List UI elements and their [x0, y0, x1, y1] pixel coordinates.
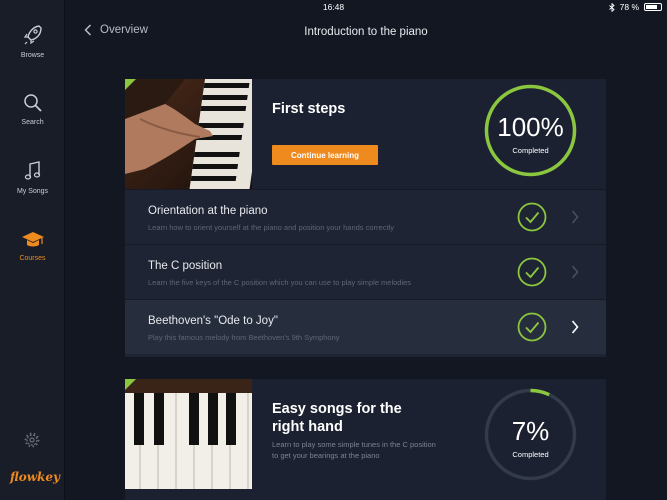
sidebar-item-label: Courses: [19, 255, 46, 262]
chevron-right-icon: [571, 320, 579, 334]
status-time: 16:48: [322, 2, 345, 12]
course-title: First steps: [272, 101, 346, 117]
status-bar: iPad 16:48 78 %: [0, 0, 667, 14]
course-progress-ring: 100% Completed: [484, 84, 577, 177]
music-note-icon: [24, 161, 40, 180]
search-icon: [23, 94, 42, 112]
checkmark-icon: [517, 312, 547, 342]
lesson-subtitle: Learn the five keys of the C position wh…: [148, 278, 412, 287]
course-header: First steps Continue learning 100% Compl…: [125, 79, 606, 189]
lesson-row-current[interactable]: Beethoven's "Ode to Joy" Play this famou…: [125, 299, 606, 354]
bluetooth-icon: [608, 2, 615, 12]
sidebar: Browse Search My Songs Courses flowkey: [0, 0, 65, 500]
gear-icon: [24, 432, 40, 448]
progress-label: Completed: [512, 450, 549, 459]
progress-corner-marker: [125, 379, 136, 390]
battery-percent: 78 %: [619, 2, 639, 12]
sidebar-item-courses[interactable]: Courses: [0, 229, 65, 262]
progress-percent: 7%: [511, 416, 550, 446]
course-description: Learn to play some simple tunes in the C…: [272, 440, 436, 460]
rocket-icon: [23, 25, 42, 45]
chevron-right-icon: [571, 265, 579, 279]
course-thumbnail-hand-on-keys: [125, 79, 252, 189]
flowkey-logo: flowkey: [10, 470, 60, 484]
lesson-subtitle: Learn how to orient yourself at the pian…: [148, 223, 394, 232]
sidebar-item-label: My Songs: [16, 188, 49, 195]
settings-button[interactable]: [24, 432, 40, 453]
sidebar-item-search[interactable]: Search: [0, 93, 65, 126]
battery-icon: [644, 3, 662, 11]
sidebar-item-label: Search: [21, 119, 44, 126]
graduation-cap-icon: [21, 232, 44, 247]
progress-label: Completed: [512, 146, 549, 155]
lesson-title: The C position: [148, 260, 223, 272]
course-thumbnail-piano-keys: [125, 379, 252, 489]
lesson-title: Orientation at the piano: [148, 205, 268, 217]
checkmark-icon: [517, 202, 547, 232]
lesson-row[interactable]: The C position Learn the five keys of th…: [125, 244, 606, 299]
sidebar-item-label: Browse: [20, 52, 45, 59]
sidebar-item-my-songs[interactable]: My Songs: [0, 160, 65, 195]
course-card-easy-songs[interactable]: Easy songs for the right hand Learn to p…: [125, 379, 606, 500]
progress-corner-marker: [125, 79, 136, 90]
lesson-row[interactable]: Orientation at the piano Learn how to or…: [125, 189, 606, 244]
chevron-right-icon: [571, 210, 579, 224]
sidebar-item-browse[interactable]: Browse: [0, 24, 65, 59]
progress-percent: 100%: [497, 112, 564, 142]
continue-learning-button[interactable]: Continue learning: [272, 145, 378, 165]
lesson-subtitle: Play this famous melody from Beethoven's…: [148, 333, 340, 342]
checkmark-icon: [517, 257, 547, 287]
course-title: Easy songs for the right hand: [272, 401, 402, 435]
lesson-title: Beethoven's "Ode to Joy": [148, 315, 278, 327]
course-progress-ring: 7% Completed: [484, 388, 577, 481]
page-title: Introduction to the piano: [304, 26, 428, 38]
course-card-first-steps: First steps Continue learning 100% Compl…: [125, 79, 606, 357]
